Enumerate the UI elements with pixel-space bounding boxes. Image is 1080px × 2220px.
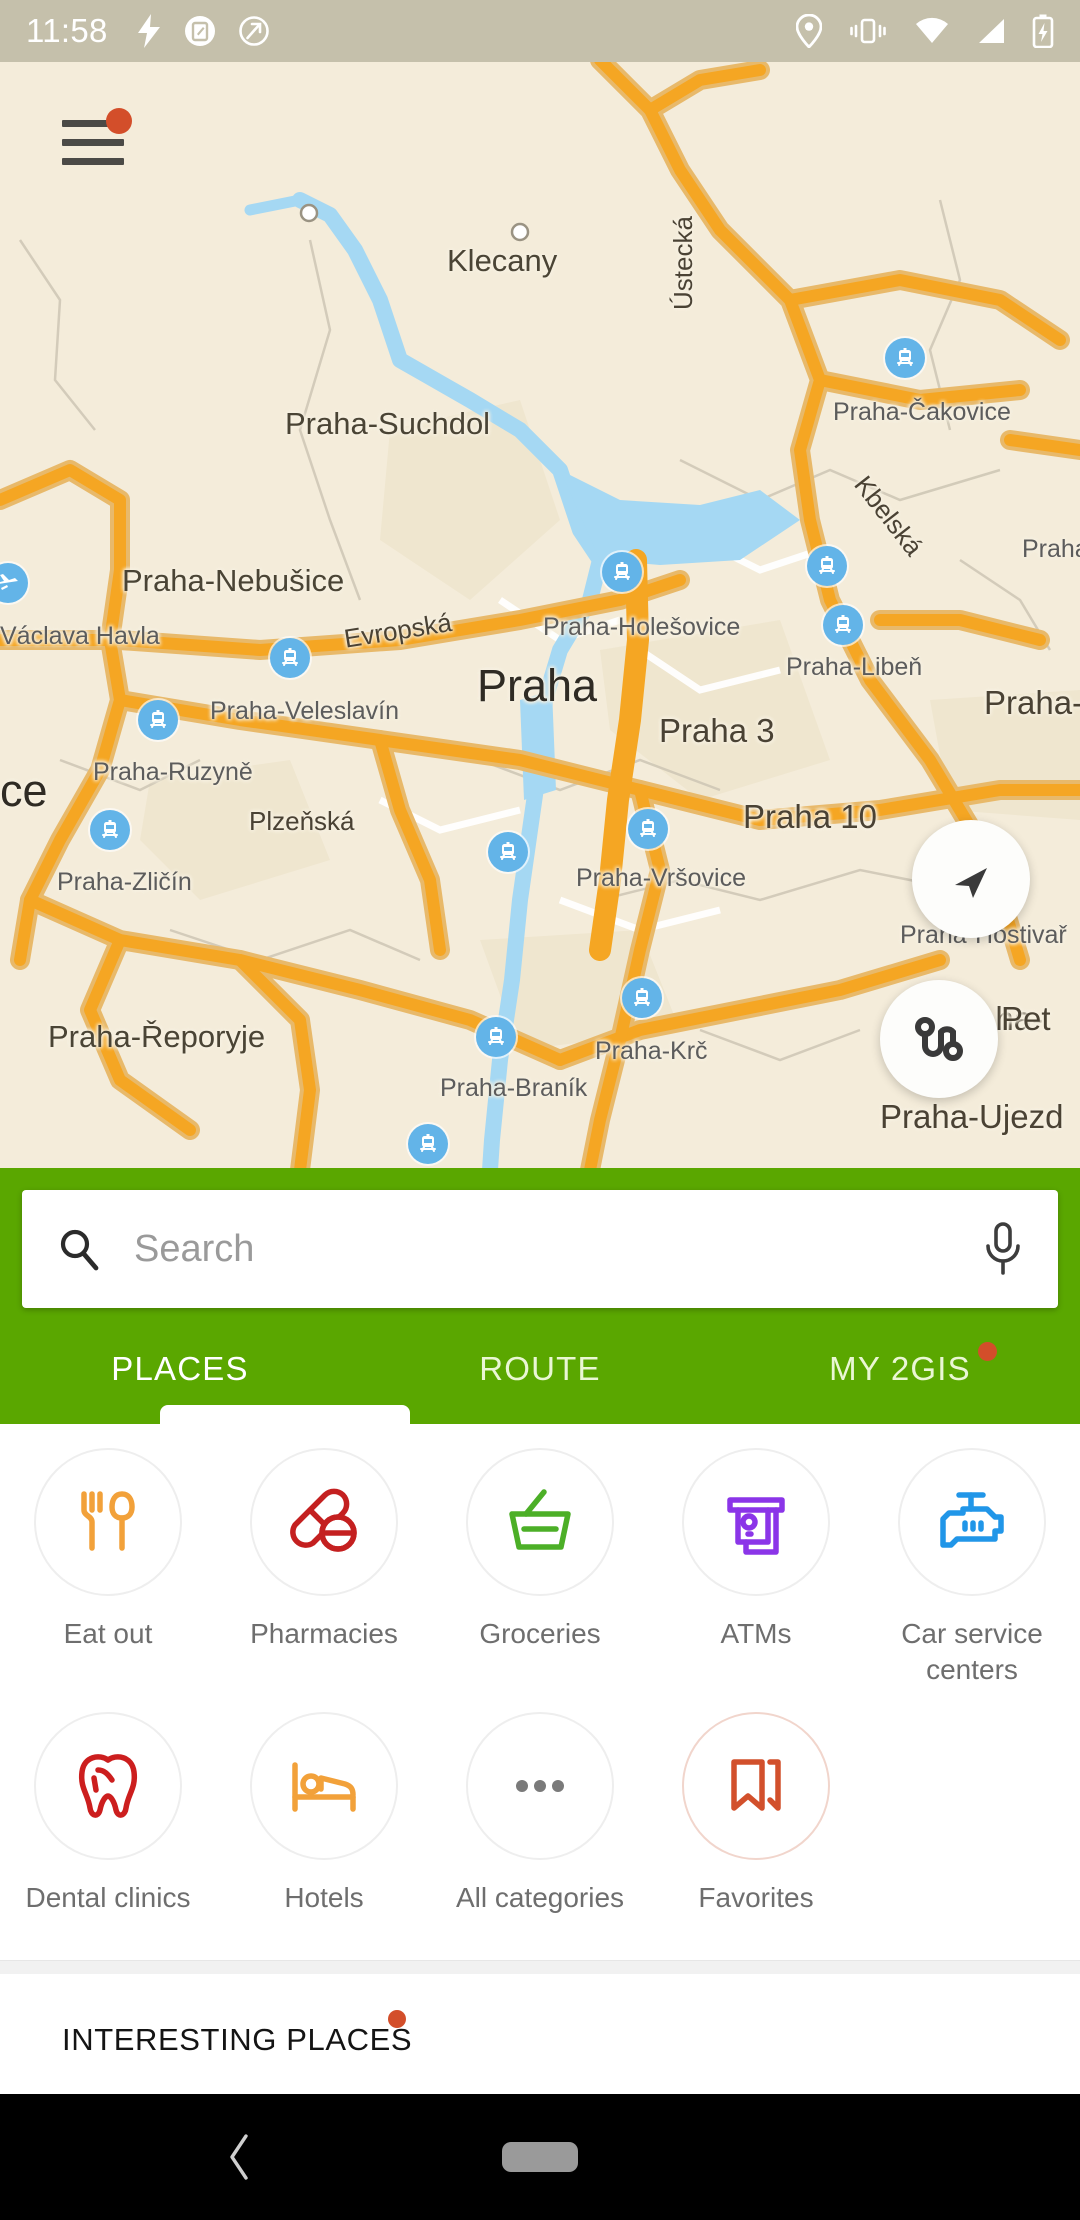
tab-route[interactable]: ROUTE	[360, 1328, 720, 1424]
basket-icon	[509, 1489, 571, 1550]
search-input[interactable]: Search	[134, 1228, 982, 1271]
train-station-marker[interactable]	[408, 1124, 448, 1164]
pill-icon	[290, 1488, 357, 1552]
train-station-marker[interactable]	[628, 809, 668, 849]
category-icon-wrap	[682, 1711, 830, 1860]
category-favorites[interactable]: Favorites	[648, 1711, 864, 1916]
category-car-service-centers[interactable]: Car service centers	[864, 1448, 1080, 1688]
category-pharmacies[interactable]: Pharmacies	[216, 1448, 432, 1688]
menu-line	[62, 158, 124, 165]
ellipsis-icon	[516, 1779, 564, 1792]
train-station-marker[interactable]	[476, 1017, 516, 1057]
category-label: Hotels	[284, 1881, 364, 1913]
category-label: All categories	[455, 1881, 625, 1913]
category-icon-wrap	[682, 1448, 830, 1596]
status-right-icons	[796, 14, 1054, 48]
search-bar[interactable]: Search	[22, 1190, 1058, 1308]
microphone-icon[interactable]	[982, 1221, 1024, 1277]
back-chevron-icon[interactable]	[222, 2130, 256, 2184]
screenshot-icon	[184, 16, 215, 46]
category-eat-out[interactable]: Eat out	[0, 1448, 216, 1688]
tab-route-label: ROUTE	[479, 1350, 601, 1387]
wifi-icon	[916, 17, 948, 43]
engine-icon	[940, 1492, 1004, 1548]
cell-signal-icon	[979, 19, 1004, 43]
home-pill-icon[interactable]	[502, 2142, 578, 2172]
menu-line	[62, 139, 124, 146]
tab-my2gis-label: MY 2GIS	[829, 1350, 971, 1387]
status-clock: 11:58	[26, 12, 108, 49]
android-nav-bar	[0, 2094, 1080, 2220]
section-divider	[0, 1960, 1080, 1974]
locate-me-button[interactable]	[912, 820, 1030, 938]
category-label: Pharmacies	[250, 1618, 398, 1649]
category-grid: Eat out Pharmacies Groceries ATMs Car se…	[0, 1424, 1080, 1954]
train-station-marker[interactable]	[807, 546, 847, 586]
route-button[interactable]	[880, 980, 998, 1098]
menu-button[interactable]	[62, 108, 132, 166]
category-icon-wrap	[250, 1711, 398, 1860]
category-label: Eat out	[63, 1618, 153, 1649]
bolt-icon	[137, 14, 160, 48]
category-all-categories[interactable]: All categories	[432, 1711, 648, 1916]
category-icon-wrap	[250, 1448, 398, 1596]
category-row-1: Eat out Pharmacies Groceries ATMs Car se…	[0, 1424, 1080, 1688]
bed-icon	[292, 1761, 356, 1812]
train-station-marker[interactable]	[488, 832, 528, 872]
category-atms[interactable]: ATMs	[648, 1448, 864, 1688]
category-icon-wrap	[34, 1448, 182, 1596]
category-label: Favorites	[698, 1881, 814, 1913]
category-icon-wrap	[34, 1711, 182, 1860]
map-canvas[interactable]: Klecany Praha-Suchdol Ústecká Praha-Čakovic…	[0, 0, 1080, 1170]
no-ads-icon	[238, 16, 269, 46]
tab-my2gis-badge	[978, 1342, 997, 1361]
train-station-marker[interactable]	[602, 552, 642, 592]
route-icon	[915, 1017, 963, 1061]
category-icon-wrap	[466, 1711, 614, 1860]
interesting-places-section[interactable]: INTERESTING PLACES	[0, 1974, 1080, 2094]
status-left-icons	[136, 14, 270, 48]
main-tabs: PLACES ROUTE MY 2GIS	[0, 1328, 1080, 1425]
category-label: Car service centers	[901, 1616, 1043, 1688]
category-dental-clinics[interactable]: Dental clinics	[0, 1711, 216, 1916]
search-icon[interactable]	[56, 1226, 102, 1272]
category-icon-wrap	[466, 1448, 614, 1596]
category-label: Dental clinics	[25, 1881, 191, 1913]
tab-places-label: PLACES	[111, 1350, 249, 1387]
category-hotels[interactable]: Hotels	[216, 1711, 432, 1916]
train-station-marker[interactable]	[270, 638, 310, 678]
category-label-line: Car service	[901, 1618, 1043, 1649]
search-panel: Search PLACES ROUTE MY 2GIS	[0, 1168, 1080, 1425]
battery-charging-icon	[1032, 14, 1054, 48]
tab-my2gis[interactable]: MY 2GIS	[720, 1328, 1080, 1424]
train-station-marker[interactable]	[885, 338, 925, 378]
category-label-line: centers	[926, 1653, 1018, 1685]
train-station-marker[interactable]	[138, 700, 178, 740]
category-groceries[interactable]: Groceries	[432, 1448, 648, 1688]
atm-icon	[727, 1497, 785, 1555]
vibrate-icon	[850, 18, 886, 44]
bookmark-icon	[731, 1758, 781, 1811]
train-station-marker[interactable]	[622, 978, 662, 1018]
app-root: Klecany Praha-Suchdol Ústecká Praha-Čakovic…	[0, 0, 1080, 2220]
category-label: ATMs	[720, 1618, 792, 1649]
active-tab-indicator	[160, 1405, 410, 1425]
interesting-places-title: INTERESTING PLACES	[62, 2022, 413, 2057]
train-station-marker[interactable]	[90, 810, 130, 850]
cutlery-icon	[81, 1491, 135, 1551]
category-icon-wrap	[898, 1448, 1046, 1596]
menu-notification-badge	[106, 108, 132, 134]
interesting-places-badge	[388, 2010, 406, 2028]
navigation-arrow-icon	[955, 868, 987, 898]
category-label: Groceries	[479, 1618, 601, 1649]
tooth-icon	[78, 1753, 138, 1818]
category-row-2: Dental clinics Hotels All categories Fav…	[0, 1688, 1080, 1916]
train-station-marker[interactable]	[823, 605, 863, 645]
status-bar: 11:58	[0, 0, 1080, 62]
location-pin-icon	[796, 14, 822, 48]
